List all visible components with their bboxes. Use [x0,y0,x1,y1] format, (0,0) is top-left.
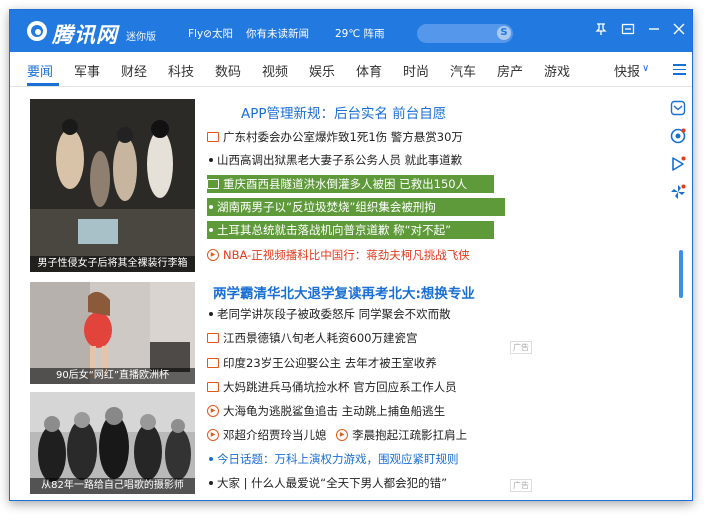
news-item-text[interactable]: 土耳其总统就击落战机向普京道歉 称“对不起” [217,223,451,237]
news-item-text[interactable]: 广东村委会办公室爆炸致1死1伤 警方悬赏30万 [223,130,463,144]
news-item-video[interactable]: ▶ NBA-正视频播科比中国行：蒋劲夫柯凡挑战飞侠 [207,246,470,264]
news-item[interactable]: 印度23岁王公迎娶公主 去年才被王室收养 [207,354,437,372]
news-item-text-2[interactable]: 李晨抱起江疏影扛肩上 [352,428,467,442]
title-bar: 腾讯网 迷你版 Fly⊘太阳 你有未读新闻 29℃ 阵雨 S [10,10,692,52]
mini-version-tag: 迷你版 [126,32,156,43]
mail-icon[interactable] [670,100,686,116]
picture-icon [207,332,219,343]
news-item-selected[interactable]: 重庆酉西县隧道洪水倒灌多人被困 已救出150人 [207,175,494,193]
category-nav: 要闻 军事 财经 科技 数码 视频 娱乐 体育 时尚 汽车 房产 游戏 快报 ∨ [10,52,692,87]
photo-story-3[interactable]: 从82年一路给自己唱歌的摄影师 [30,392,195,494]
photo-1-caption[interactable]: 男子性侵女子后将其全裸装行李箱 [30,256,195,272]
news-item-text[interactable]: 山西高调出狱黑老大妻子系公务人员 就此事道歉 [217,153,462,167]
news-item[interactable]: 大妈跳进兵马俑坑捡水杯 官方回应系工作人员 [207,378,457,396]
close-icon[interactable] [668,18,690,40]
news-item-text[interactable]: 老同学讲灰段子被政委怒斥 同学聚会不欢而散 [217,307,451,321]
news-item-text[interactable]: 今日话题：万科上演权力游戏，围观应紧盯规则 [217,452,459,466]
tencent-mini-window: 腾讯网 迷你版 Fly⊘太阳 你有未读新闻 29℃ 阵雨 S 要闻 军事 财经 … [9,9,693,501]
news-item-text[interactable]: 湖南两男子以“反垃圾焚烧”组织集会被刑拘 [217,200,436,214]
photo-2-caption[interactable]: 90后女“网红”直播欧洲杯 [30,368,195,384]
video-play-icon: ▶ [207,428,219,441]
photo-story-2[interactable]: 90后女“网红”直播欧洲杯 [30,282,195,384]
picture-icon [207,131,219,142]
photo-3-caption[interactable]: 从82年一路给自己唱歌的摄影师 [30,478,195,494]
news-item[interactable]: 江西景德镇八旬老人耗资600万建瓷宫 [207,329,417,347]
news-item-text[interactable]: 大海龟为逃脱鲨鱼追击 主动跳上捕鱼船逃生 [223,404,445,418]
nav-item-tiyu[interactable]: 体育 [356,61,382,80]
nav-item-kuaibao[interactable]: 快报 [614,61,640,80]
scrollbar-thumb[interactable] [679,250,683,298]
news-item[interactable]: ▶ 大海龟为逃脱鲨鱼追击 主动跳上捕鱼船逃生 [207,402,445,420]
bullet-icon [209,227,213,232]
second-headline[interactable]: 两学霸清华北大退学复读再考北大:想换专业 [213,282,475,302]
user-name[interactable]: Fly⊘太阳 [188,26,233,41]
nav-item-fangchan[interactable]: 房产 [497,61,523,80]
bullet-icon [209,311,213,316]
news-item[interactable]: 老同学讲灰段子被政委怒斥 同学聚会不欢而散 [207,305,451,323]
ad-badge: 广告 [510,341,532,354]
picture-icon [207,357,219,368]
restore-icon[interactable] [617,18,639,40]
logo-text[interactable]: 腾讯网 [52,19,118,49]
nav-item-qiche[interactable]: 汽车 [450,61,476,80]
bullet-icon [209,157,213,162]
news-item-selected[interactable]: 湖南两男子以“反垃圾焚烧”组织集会被刑拘 [207,198,505,216]
nav-item-keji[interactable]: 科技 [168,61,194,80]
news-item[interactable]: 大家 | 什么人最爱说“全天下男人都会犯的错” [207,474,447,492]
news-item-topic[interactable]: 今日话题：万科上演权力游戏，围观应紧盯规则 [207,450,459,468]
video-play-icon: ▶ [207,404,219,417]
video-play-icon: ▶ [336,428,349,441]
minimize-icon[interactable] [643,18,665,40]
tencent-logo-icon [27,21,47,41]
news-item-double[interactable]: ▶ 邓超介绍贾玲当儿媳 ▶ 李晨抱起江疏影扛肩上 [207,426,467,444]
news-item-text[interactable]: NBA-正视频播科比中国行：蒋劲夫柯凡挑战飞侠 [223,248,470,262]
photo-1-image [30,99,195,272]
qq-icon[interactable] [670,128,686,144]
bullet-icon [209,456,213,461]
nav-item-yaowen[interactable]: 要闻 [27,61,53,80]
picture-icon [207,178,219,189]
nav-item-caijing[interactable]: 财经 [121,61,147,80]
news-item-text[interactable]: 邓超介绍贾玲当儿媳 [223,428,327,442]
top-headline[interactable]: APP管理新规：后台实名 前台自愿 [241,102,446,122]
nav-item-youxi[interactable]: 游戏 [544,61,570,80]
nav-item-shishang[interactable]: 时尚 [403,61,429,80]
nav-active-underline [27,83,59,86]
photo-story-1[interactable]: 男子性侵女子后将其全裸装行李箱 [30,99,195,272]
nav-item-yule[interactable]: 娱乐 [309,61,335,80]
nav-item-shuma[interactable]: 数码 [215,61,241,80]
nav-item-junshi[interactable]: 军事 [74,61,100,80]
video-play-icon: ▶ [207,248,219,261]
search-icon[interactable]: S [497,26,511,40]
news-item[interactable]: 山西高调出狱黑老大妻子系公务人员 就此事道歉 [207,151,462,169]
bullet-icon [209,204,213,209]
pinwheel-icon[interactable] [670,184,686,200]
news-item-text[interactable]: 重庆酉西县隧道洪水倒灌多人被困 已救出150人 [223,177,467,191]
news-item-text[interactable]: 大家 | 什么人最爱说“全天下男人都会犯的错” [217,476,447,490]
menu-icon[interactable] [673,64,686,75]
ad-badge: 广告 [510,479,532,492]
news-item-text[interactable]: 印度23岁王公迎娶公主 去年才被王室收养 [223,356,437,370]
news-item[interactable]: 广东村委会办公室爆炸致1死1伤 警方悬赏30万 [207,128,463,146]
unread-news-link[interactable]: 你有未读新闻 [246,26,309,41]
news-item-text[interactable]: 江西景德镇八旬老人耗资600万建瓷宫 [223,331,417,345]
weather-text[interactable]: 29℃ 阵雨 [335,26,385,41]
video-icon[interactable] [670,156,686,172]
chevron-down-icon[interactable]: ∨ [642,63,649,74]
news-item-text[interactable]: 大妈跳进兵马俑坑捡水杯 官方回应系工作人员 [223,380,457,394]
bullet-icon [209,480,213,485]
nav-item-shipin[interactable]: 视频 [262,61,288,80]
news-item-selected[interactable]: 土耳其总统就击落战机向普京道歉 称“对不起” [207,221,494,239]
picture-icon [207,381,219,392]
pin-icon[interactable] [590,18,612,40]
